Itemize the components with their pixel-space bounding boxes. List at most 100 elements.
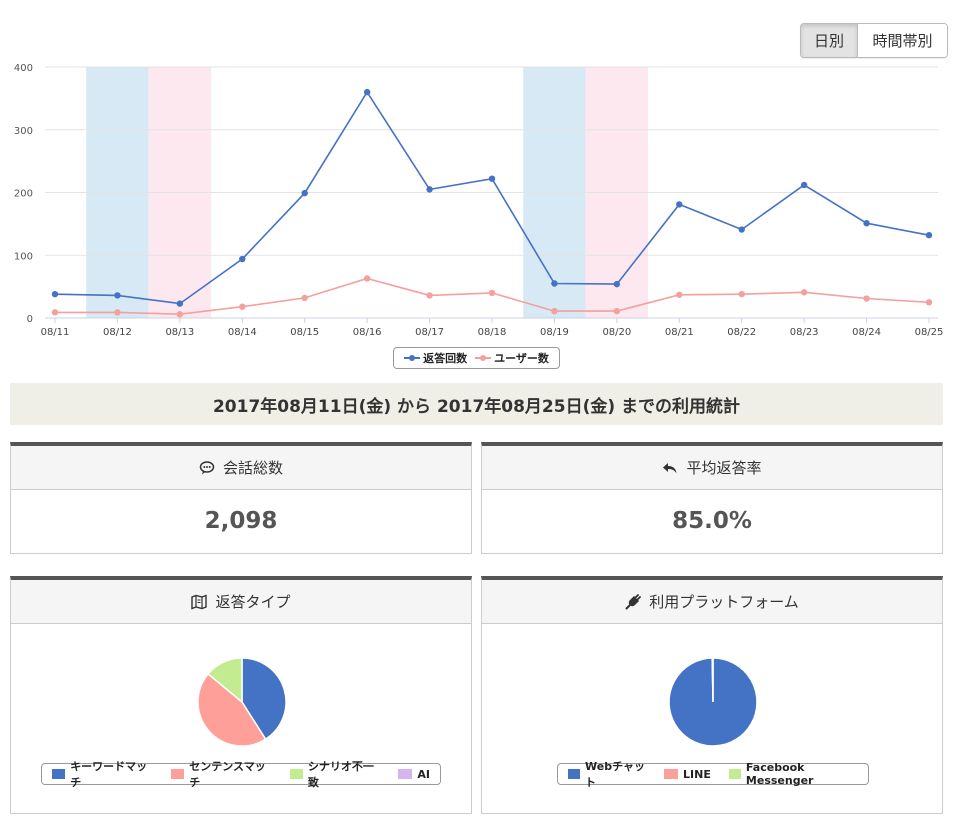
legend-swatch	[568, 769, 581, 779]
reply-arrow-icon	[663, 462, 677, 473]
legend-item[interactable]: センテンスマッチ	[171, 758, 272, 790]
line-chart-legend: 返答回数 ユーザー数	[393, 347, 560, 369]
legend-item[interactable]: Facebook Messenger	[728, 761, 858, 787]
data-point	[426, 186, 433, 193]
panel-header: 返答タイプ	[11, 580, 471, 624]
total-conversations-value: 2,098	[204, 508, 278, 534]
data-point	[488, 289, 496, 297]
data-point	[176, 300, 184, 307]
speech-bubble-icon	[199, 460, 215, 474]
legend-swatch	[475, 355, 492, 361]
legend-swatch	[728, 769, 741, 779]
plug-icon	[625, 593, 642, 609]
legend-item-users[interactable]: ユーザー数	[475, 350, 549, 366]
legend-swatch	[404, 355, 421, 361]
view-toggle: 日別 時間帯別	[800, 23, 948, 58]
x-tick-label: 08/16	[353, 327, 382, 338]
legend-item[interactable]: Webチャット	[568, 758, 646, 790]
data-point	[925, 231, 933, 239]
x-tick-label: 08/22	[727, 327, 756, 338]
y-tick-label: 200	[14, 189, 33, 200]
x-tick-label: 08/24	[852, 327, 881, 338]
pie-slice	[711, 657, 714, 703]
legend-label: センテンスマッチ	[189, 760, 266, 789]
legend-label: Webチャット	[585, 760, 645, 789]
legend-label: 返答回数	[423, 352, 468, 365]
x-tick-label: 08/15	[290, 327, 319, 338]
total-conversations-panel: 会話総数 2,098	[10, 442, 472, 554]
data-point	[51, 309, 59, 316]
legend-swatch	[52, 769, 66, 779]
data-point	[613, 307, 621, 315]
legend-label: Facebook Messenger	[745, 761, 814, 787]
legend-item[interactable]: シナリオ不一致	[289, 758, 381, 790]
x-tick-label: 08/21	[665, 327, 694, 338]
panel-header: 会話総数	[11, 446, 471, 490]
y-tick-label: 400	[14, 63, 33, 74]
x-tick-label: 08/12	[103, 327, 132, 338]
legend-item-responses[interactable]: 返答回数	[404, 350, 467, 366]
x-tick-label: 08/11	[41, 327, 70, 338]
y-tick-label: 100	[14, 251, 33, 262]
legend-swatch	[289, 769, 303, 779]
x-tick-label: 08/13	[165, 327, 194, 338]
legend-item[interactable]: LINE	[664, 768, 711, 781]
data-point	[613, 280, 621, 288]
x-tick-label: 08/18	[478, 327, 507, 338]
map-book-icon	[191, 593, 208, 610]
data-point	[800, 289, 808, 296]
legend-item[interactable]: AI	[398, 768, 430, 781]
data-point	[114, 309, 121, 316]
panel-title: 返答タイプ	[215, 593, 291, 611]
data-point	[800, 181, 808, 189]
legend-label: LINE	[683, 767, 711, 781]
data-point	[363, 88, 371, 96]
data-point	[239, 255, 246, 263]
avg-response-rate-panel: 平均返答率 85.0%	[481, 442, 943, 554]
x-tick-label: 08/17	[415, 327, 444, 338]
legend-label: キーワードマッチ	[70, 760, 148, 789]
data-point	[863, 220, 870, 227]
data-point	[488, 175, 496, 182]
data-point	[239, 303, 246, 310]
x-tick-label: 08/20	[602, 327, 631, 338]
period-banner: 2017年08月11日(金) から 2017年08月25日(金) までの利用統計	[10, 383, 943, 425]
legend-label: ユーザー数	[494, 352, 549, 365]
data-point	[426, 292, 433, 299]
daily-view-button[interactable]: 日別	[801, 24, 858, 57]
legend-swatch	[398, 769, 413, 779]
data-point	[676, 291, 683, 298]
data-point	[363, 275, 371, 282]
x-tick-label: 08/19	[540, 327, 569, 338]
data-point	[551, 280, 558, 287]
data-point	[738, 226, 745, 233]
data-point	[301, 294, 308, 302]
y-tick-label: 300	[14, 126, 33, 137]
data-point	[176, 311, 184, 318]
platform-legend: Webチャット LINE Facebook Messenger	[557, 760, 869, 789]
x-tick-label: 08/23	[790, 327, 819, 338]
legend-swatch	[171, 769, 185, 779]
legend-item[interactable]: キーワードマッチ	[52, 758, 153, 790]
avg-response-rate-value: 85.0%	[672, 508, 752, 534]
data-point	[863, 295, 870, 302]
data-point	[925, 299, 933, 306]
data-point	[114, 292, 121, 299]
legend-label: シナリオ不一致	[307, 760, 374, 789]
x-tick-label: 08/25	[915, 327, 944, 338]
panel-title: 平均返答率	[686, 459, 762, 477]
panel-header: 利用プラットフォーム	[482, 580, 942, 624]
data-point	[676, 201, 683, 208]
hourly-view-button[interactable]: 時間帯別	[858, 24, 947, 57]
panel-title: 利用プラットフォーム	[649, 593, 799, 611]
data-point	[551, 307, 558, 315]
x-tick-label: 08/14	[228, 327, 257, 338]
legend-swatch	[664, 769, 679, 779]
legend-label: AI	[417, 767, 430, 781]
data-point	[738, 290, 745, 298]
data-point	[51, 290, 59, 298]
data-point	[301, 189, 308, 197]
y-tick-label: 0	[27, 314, 33, 325]
panel-title: 会話総数	[222, 459, 283, 477]
response-type-legend: キーワードマッチ センテンスマッチ シナリオ不一致 AI	[41, 760, 441, 789]
